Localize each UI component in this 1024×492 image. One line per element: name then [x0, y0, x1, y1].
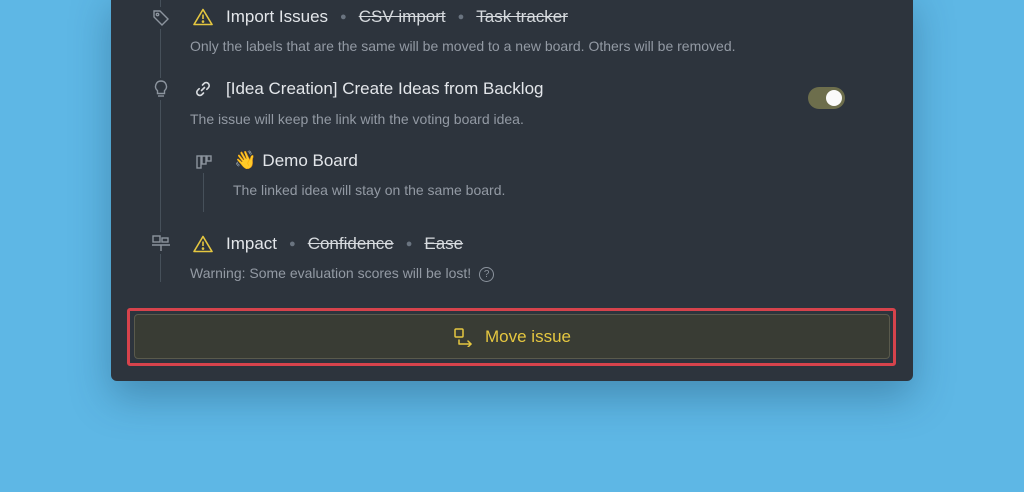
separator-dot: ●	[289, 238, 296, 250]
warning-text: Warning: Some evaluation scores will be …	[190, 265, 472, 281]
separator-dot: ●	[405, 238, 413, 250]
struck-label: CSV import	[358, 7, 446, 26]
row-title: [Idea Creation] Create Ideas from Backlo…	[226, 79, 544, 98]
warning-triangle-icon	[192, 233, 214, 255]
row-description: The issue will keep the link with the vo…	[190, 111, 524, 127]
board-icon	[193, 151, 215, 173]
lightbulb-icon	[150, 78, 172, 100]
row-description: Only the labels that are the same will b…	[190, 38, 736, 54]
move-issue-button[interactable]: Move issue	[134, 314, 890, 359]
move-icon	[453, 327, 475, 347]
row-title: Impact	[226, 234, 278, 253]
row-description: Warning: Some evaluation scores will be …	[190, 265, 495, 282]
link-icon	[192, 78, 214, 100]
struck-label: Task tracker	[476, 7, 568, 26]
struck-label: Ease	[424, 234, 464, 253]
tag-icon	[150, 7, 172, 29]
move-issue-label: Move issue	[485, 326, 571, 346]
impact-row: Impact ● Confidence ● Ease	[192, 233, 463, 255]
question-circle-icon[interactable]: ?	[479, 266, 495, 282]
row-title: Import Issues	[226, 7, 329, 26]
demo-board-row: 👋 Demo Board	[234, 150, 358, 171]
toggle-knob	[826, 90, 842, 106]
board-description: The linked idea will stay on the same bo…	[233, 182, 506, 198]
board-title: Demo Board	[262, 150, 358, 170]
scale-icon	[150, 232, 172, 254]
struck-label: Confidence	[307, 234, 394, 253]
separator-dot: ●	[340, 11, 347, 23]
sub-rail	[203, 172, 204, 212]
idea-creation-row: [Idea Creation] Create Ideas from Backlo…	[192, 78, 544, 100]
waving-hand-icon: 👋	[234, 150, 257, 170]
separator-dot: ●	[457, 11, 465, 23]
idea-link-toggle[interactable]	[808, 87, 845, 109]
import-issues-row: Import Issues ● CSV import ● Task tracke…	[192, 6, 568, 28]
warning-triangle-icon	[192, 6, 214, 28]
